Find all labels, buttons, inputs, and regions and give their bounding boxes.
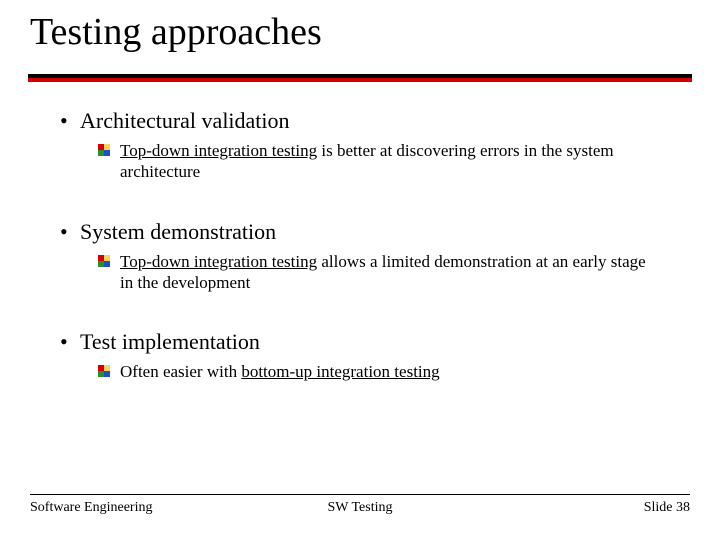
bullet-dot-icon: • bbox=[60, 219, 68, 245]
bullet-3-heading: Test implementation bbox=[80, 329, 260, 354]
footer-right: Slide 38 bbox=[644, 500, 690, 516]
slide: Testing approaches • Architectural valid… bbox=[0, 0, 720, 540]
subbullet-3-underlined: bottom-up integration testing bbox=[241, 362, 439, 381]
subbullet-1-prefix: Top-down integration testing bbox=[120, 141, 317, 160]
footer-center: SW Testing bbox=[30, 500, 690, 516]
bullet-dot-icon: • bbox=[60, 108, 68, 134]
subbullet-3-pretext: Often easier with bbox=[120, 362, 241, 381]
content-area: • Architectural validation Top-down inte… bbox=[60, 108, 660, 390]
slide-title: Testing approaches bbox=[30, 10, 322, 54]
quad-icon bbox=[98, 255, 110, 267]
bullet-3: • Test implementation bbox=[60, 329, 660, 355]
bullet-2: • System demonstration bbox=[60, 219, 660, 245]
subbullet-2-prefix: Top-down integration testing bbox=[120, 252, 317, 271]
quad-icon bbox=[98, 144, 110, 156]
subbullet-1: Top-down integration testing is better a… bbox=[98, 140, 660, 183]
bullet-1-heading: Architectural validation bbox=[80, 108, 290, 133]
spacer bbox=[60, 301, 660, 329]
footer-rule bbox=[30, 494, 690, 495]
bullet-1: • Architectural validation bbox=[60, 108, 660, 134]
title-rule-red bbox=[28, 78, 692, 82]
subbullet-2: Top-down integration testing allows a li… bbox=[98, 251, 660, 294]
bullet-2-heading: System demonstration bbox=[80, 219, 276, 244]
subbullet-3: Often easier with bottom-up integration … bbox=[98, 361, 660, 382]
bullet-dot-icon: • bbox=[60, 329, 68, 355]
quad-icon bbox=[98, 365, 110, 377]
spacer bbox=[60, 191, 660, 219]
